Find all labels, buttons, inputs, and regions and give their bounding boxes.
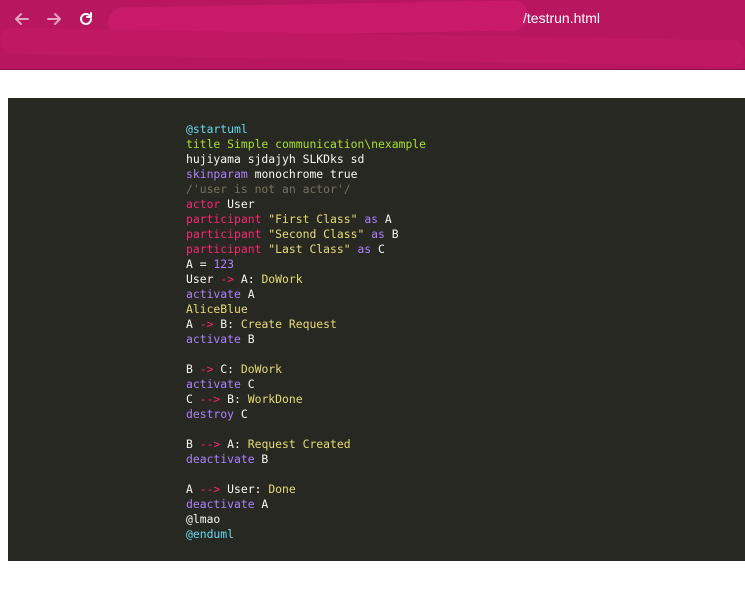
code-token: A bbox=[240, 287, 255, 301]
code-token: participant bbox=[186, 212, 262, 226]
code-token: B bbox=[240, 332, 255, 346]
code-token: Request Created bbox=[247, 437, 351, 451]
code-token: B bbox=[186, 362, 200, 376]
code-token: A bbox=[186, 482, 200, 496]
code-token: A: bbox=[234, 272, 262, 286]
code-token: --> bbox=[199, 437, 221, 451]
code-token: B bbox=[384, 227, 399, 241]
code-token: A = bbox=[186, 257, 214, 271]
code-token: activate bbox=[186, 287, 241, 301]
address-bar-url[interactable]: /testrun.html bbox=[523, 10, 600, 26]
code-line: @lmao bbox=[186, 512, 426, 527]
arrow-right-icon[interactable] bbox=[43, 8, 65, 30]
code-token: Done bbox=[268, 482, 296, 496]
code-token: C bbox=[371, 242, 385, 256]
code-line: /'user is not an actor'/ bbox=[186, 182, 426, 197]
code-token: participant bbox=[186, 227, 262, 241]
code-token: C bbox=[240, 377, 255, 391]
code-line: deactivate A bbox=[186, 497, 426, 512]
code-token: --> bbox=[199, 482, 221, 496]
code-token: deactivate bbox=[186, 452, 255, 466]
code-token: User bbox=[220, 197, 255, 211]
code-token: participant bbox=[186, 242, 262, 256]
arrow-left-icon[interactable] bbox=[11, 8, 33, 30]
code-token: actor bbox=[186, 197, 221, 211]
code-line: @enduml bbox=[186, 527, 426, 542]
code-line: A = 123 bbox=[186, 257, 426, 272]
code-token: A bbox=[186, 317, 200, 331]
code-token: A: bbox=[220, 437, 248, 451]
code-token: skinparam bbox=[186, 167, 248, 181]
code-line: activate C bbox=[186, 377, 426, 392]
code-token: --> bbox=[199, 392, 221, 406]
code-token: @enduml bbox=[186, 527, 235, 541]
code-token: as bbox=[357, 242, 372, 256]
code-line: A --> User: Done bbox=[186, 482, 426, 497]
code-token: User: bbox=[220, 482, 269, 496]
code-token: "First Class" bbox=[268, 212, 358, 226]
code-line: User -> A: DoWork bbox=[186, 272, 426, 287]
code-token: Create Request bbox=[240, 317, 337, 331]
code-token: B: bbox=[220, 392, 248, 406]
code-line: participant "Last Class" as C bbox=[186, 242, 426, 257]
code-token: B bbox=[254, 452, 269, 466]
code-token: as bbox=[371, 227, 385, 241]
code-line: B -> C: DoWork bbox=[186, 362, 426, 377]
code-token: hujiyama sjdajyh SLKDks sd bbox=[186, 152, 365, 166]
code-token: @lmao bbox=[186, 512, 221, 526]
code-token: C bbox=[186, 392, 200, 406]
code-token: A bbox=[254, 497, 269, 511]
code-line: participant "Second Class" as B bbox=[186, 227, 426, 242]
code-token: "Second Class" bbox=[268, 227, 365, 241]
code-token: -> bbox=[199, 362, 214, 376]
code-token: User bbox=[186, 272, 221, 286]
code-line: AliceBlue bbox=[186, 302, 426, 317]
code-token: -> bbox=[199, 317, 214, 331]
code-token: WorkDone bbox=[247, 392, 303, 406]
code-token: "Last Class" bbox=[268, 242, 351, 256]
code-token: /'user is not an actor'/ bbox=[186, 182, 351, 196]
code-line: C --> B: WorkDone bbox=[186, 392, 426, 407]
arrow-left-icon-glyph bbox=[15, 13, 29, 25]
code-line: title Simple communication\nexample bbox=[186, 137, 426, 152]
code-line: @startuml bbox=[186, 122, 426, 137]
code-token: destroy bbox=[186, 407, 235, 421]
code-line: activate A bbox=[186, 287, 426, 302]
code-token: B bbox=[186, 437, 200, 451]
code-token: @startuml bbox=[186, 122, 248, 136]
code-line: B --> A: Request Created bbox=[186, 437, 426, 452]
code-line: skinparam monochrome true bbox=[186, 167, 426, 182]
redaction-scribble bbox=[0, 27, 745, 67]
code-token: as bbox=[364, 212, 379, 226]
code-line: A -> B: Create Request bbox=[186, 317, 426, 332]
code-token: title Simple communication\nexample bbox=[186, 137, 427, 151]
code-token: activate bbox=[186, 332, 241, 346]
code-token: B: bbox=[213, 317, 241, 331]
code-token: monochrome true bbox=[247, 167, 358, 181]
code-token: 123 bbox=[213, 257, 235, 271]
code-token: C: bbox=[213, 362, 241, 376]
code-token: DoWork bbox=[240, 362, 283, 376]
code-line: destroy C bbox=[186, 407, 426, 422]
code-line: deactivate B bbox=[186, 452, 426, 467]
code-line: activate B bbox=[186, 332, 426, 347]
browser-toolbar: /testrun.html bbox=[0, 0, 745, 70]
arrow-right-icon-glyph bbox=[47, 13, 61, 25]
reload-icon-glyph bbox=[80, 12, 92, 25]
code-token: C bbox=[234, 407, 248, 421]
code-token: DoWork bbox=[261, 272, 303, 286]
code-token: AliceBlue bbox=[186, 302, 248, 316]
code-line: participant "First Class" as A bbox=[186, 212, 426, 227]
code-line: hujiyama sjdajyh SLKDks sd bbox=[186, 152, 426, 167]
code-token: deactivate bbox=[186, 497, 255, 511]
plantuml-code-block: @startuml title Simple communication\nexa… bbox=[186, 122, 426, 542]
code-line: actor User bbox=[186, 197, 426, 212]
reload-icon[interactable] bbox=[75, 8, 97, 30]
code-token: A bbox=[378, 212, 392, 226]
code-token: activate bbox=[186, 377, 241, 391]
code-token: -> bbox=[220, 272, 235, 286]
